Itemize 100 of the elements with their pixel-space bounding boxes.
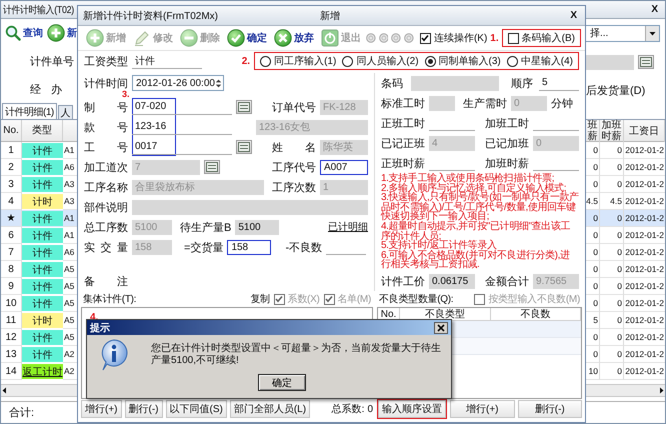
tab[interactable]: 人	[58, 105, 74, 119]
table-row[interactable]: 9 计件 A5	[1, 278, 77, 295]
table-row[interactable]: 3 计件 A3	[1, 176, 77, 193]
lookup-button[interactable]	[204, 160, 220, 174]
close-button[interactable]	[434, 322, 448, 334]
table-row[interactable]: 0 0 2012-01-2	[586, 227, 665, 244]
table-row[interactable]: 4.5 4.5 2012-01-2	[586, 193, 665, 210]
table-row[interactable]: 0 0 2012-01-2	[586, 159, 665, 176]
action-button[interactable]: 部门全部人员(L)	[230, 400, 310, 418]
table-row[interactable]: 0 0 2012-01-2	[586, 295, 665, 312]
field-label: 工序名称	[84, 180, 128, 194]
action-button[interactable]: 删行(-)	[518, 400, 582, 418]
toolbar-button[interactable]: 查询	[5, 25, 43, 41]
column-header[interactable]: No.	[1, 120, 22, 141]
scroll-left-icon[interactable]	[1, 387, 8, 394]
table-row[interactable]: 0 0 2012-01-2	[586, 244, 665, 261]
close-button[interactable]: X	[651, 4, 658, 15]
step-marker: 2.	[242, 56, 250, 66]
search-icon	[5, 25, 21, 41]
table-row[interactable]: 4 计时 A3	[1, 193, 77, 210]
field-label: 正班时薪	[381, 156, 425, 170]
text-field[interactable]: 5	[539, 76, 579, 90]
text-field[interactable]: 0017	[132, 140, 232, 154]
sequence-button[interactable]: 输入顺序设置	[378, 400, 446, 418]
scrollbar[interactable]	[586, 384, 665, 397]
detail-link[interactable]: 已计明细	[328, 220, 368, 234]
radio-button[interactable]	[260, 56, 272, 66]
power-icon	[321, 29, 339, 47]
lookup-button[interactable]	[236, 100, 252, 114]
table-row[interactable]: 14 返工计时A2	[1, 363, 77, 380]
caret-icon[interactable]	[649, 30, 656, 36]
table-row[interactable]: 0 0 2012-01-2	[586, 261, 665, 278]
date-time-field[interactable]: 2012-01-26 00:00	[132, 75, 224, 91]
field-label: 计件单号	[30, 54, 75, 68]
table-row[interactable]: 5 0 2012-01-2	[586, 312, 665, 329]
field-label: -不良数	[285, 240, 322, 254]
table-row[interactable]: 10 计件 A5	[1, 295, 77, 312]
field-label: 总工序数	[84, 220, 128, 234]
table-row[interactable]: 0 0 2012-01-2	[586, 329, 665, 346]
text-field[interactable]: 158	[227, 240, 272, 254]
tab[interactable]: 计件明细(1)	[2, 103, 57, 119]
table-row[interactable]: 7 计件 A6	[1, 244, 77, 261]
toolbar-button[interactable]: 新	[47, 24, 77, 42]
action-button[interactable]: 删行(-)	[124, 400, 162, 418]
text-field[interactable]: 计件	[132, 54, 202, 68]
dropdown[interactable]: 择...	[586, 24, 660, 42]
type-cell: 计时	[22, 194, 63, 209]
toolbar-button[interactable]: 确定	[225, 29, 269, 47]
text-field[interactable]: 123-16	[132, 120, 232, 134]
list-icon	[238, 142, 250, 152]
note-text: 6.可输入不合格品数(并可对不良进行分类),进行相关考核与工资扣减.	[381, 250, 571, 270]
field-label: 加班时薪	[485, 156, 529, 170]
table-row[interactable]: 0 0 2012-01-2	[586, 176, 665, 193]
field-label: 订单代号	[272, 100, 316, 114]
table-row[interactable]: 1 计件 A1	[1, 142, 77, 159]
scrollbar[interactable]	[1, 384, 77, 397]
radio-button[interactable]	[506, 56, 518, 66]
table-row[interactable]: 10 0 2012-01-2	[586, 363, 665, 380]
list-icon	[238, 102, 250, 112]
checkbox[interactable]	[508, 32, 519, 44]
action-button[interactable]: 以下同值(S)	[166, 400, 227, 418]
column-header[interactable]: 不良数	[490, 308, 581, 320]
table-row[interactable]: 13 计件 A2	[1, 346, 77, 363]
text-field[interactable]: A007	[320, 160, 368, 174]
lookup-button[interactable]	[236, 140, 252, 154]
dialog-title: 新增计件计时资料(FrmT02Mx)	[83, 10, 219, 22]
field-label: 部件说明	[84, 200, 128, 214]
lookup-button[interactable]	[638, 55, 654, 70]
table-row[interactable]: 11 计时 A5	[1, 312, 77, 329]
checkbox[interactable]	[420, 32, 431, 44]
table-row[interactable]: 12 计件 A5	[1, 329, 77, 346]
table-row[interactable]: 2 计件 A6	[1, 159, 77, 176]
action-button[interactable]: 增行(+)	[81, 400, 122, 418]
table-row[interactable]: 8 计件 A5	[1, 261, 77, 278]
radio-button[interactable]	[342, 56, 354, 66]
text-field[interactable]: 0.06175	[429, 274, 475, 288]
field-label: 加工道次	[84, 160, 128, 174]
section-label: 不良类型数量(Q):	[379, 292, 454, 306]
scroll-right-icon[interactable]	[658, 387, 665, 394]
table-row[interactable]: 6 计件 A1	[1, 227, 77, 244]
text-field[interactable]	[586, 54, 634, 70]
field-label: 工 号	[84, 140, 128, 154]
toolbar-button[interactable]: 放弃	[272, 29, 316, 47]
field-label: 备 注	[84, 274, 128, 288]
table-row[interactable]: 0 0 2012-01-2	[586, 346, 665, 363]
text-field[interactable]: 07-020	[132, 100, 232, 114]
type-cell: 计件	[22, 262, 63, 277]
action-button[interactable]: 增行(+)	[450, 400, 514, 418]
text-field[interactable]: 5100	[235, 220, 280, 234]
ok-button[interactable]: 确定	[258, 374, 306, 391]
close-button[interactable]: X	[570, 10, 577, 21]
table-row[interactable]: ★ 计件 A1	[1, 210, 77, 227]
field-label: 标准工时	[381, 96, 425, 110]
column-header[interactable]: 类型	[22, 120, 63, 141]
radio-label: 同工序输入(1)	[274, 54, 336, 68]
table-cell: 2012-01-2	[624, 363, 665, 380]
table-row[interactable]: 0 0 2012-01-2	[586, 210, 665, 227]
radio-button[interactable]	[424, 56, 436, 66]
table-row[interactable]: 0 0 2012-01-2	[586, 142, 665, 159]
table-row[interactable]: 0 0 2012-01-2	[586, 278, 665, 295]
